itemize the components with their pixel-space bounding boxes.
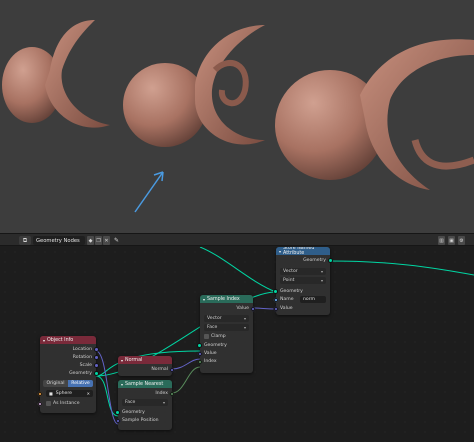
output-label-geometry: Geometry	[303, 258, 326, 263]
domain-value: Face	[125, 400, 136, 405]
input-label-value: Value	[280, 306, 293, 311]
domain-dropdown[interactable]: Point ▾	[280, 277, 326, 284]
input-label-sample-position: Sample Position	[122, 418, 159, 423]
as-instance-checkbox[interactable]	[46, 401, 51, 406]
node-title: Sample Index	[207, 296, 240, 302]
geometry-input-socket[interactable]	[197, 343, 202, 348]
output-label-value: Value	[236, 306, 249, 311]
input-label-index: Index	[204, 359, 217, 364]
output-label-location: Location	[72, 347, 92, 352]
chevron-down-icon: ▾	[243, 316, 246, 321]
annotation-arrow	[134, 171, 164, 213]
scale-output-socket[interactable]	[94, 363, 99, 368]
location-output-socket[interactable]	[94, 347, 99, 352]
horn-middle	[195, 25, 265, 145]
value-input-socket[interactable]	[273, 305, 279, 312]
geometry-output-socket[interactable]	[94, 371, 99, 376]
viewport-render	[2, 20, 474, 213]
index-input-socket[interactable]	[197, 358, 203, 365]
shield-icon[interactable]: ◆	[87, 236, 94, 245]
node-editor-canvas[interactable]: ▾ Object Info Location Rotation Scale Ge…	[0, 247, 474, 442]
mode-original-toggle[interactable]: Original	[43, 380, 68, 387]
rotation-output-socket[interactable]	[94, 355, 99, 360]
clamp-checkbox[interactable]	[204, 334, 209, 339]
store-named-attribute-node[interactable]: ▾ Store Named Attribute Geometry Vector …	[273, 247, 333, 315]
mode-relative-toggle[interactable]: Relative	[68, 380, 93, 387]
chevron-down-icon: ▾	[320, 278, 323, 283]
as-instance-label: As Instance	[53, 401, 80, 406]
backdrop-icon[interactable]: ▣	[448, 236, 455, 245]
object-info-header[interactable]: ▾ Object Info	[40, 336, 96, 344]
data-type-dropdown[interactable]: Vector ▾	[280, 268, 326, 275]
sample-index-header[interactable]: ▾ Sample Index	[200, 295, 253, 303]
domain-dropdown[interactable]: Face ▾	[204, 324, 249, 331]
node-editor-header: ⧉ Geometry Nodes ◆ ❐ ✕ ✎ ▥ ▣ ⚙	[0, 233, 474, 246]
input-label-name: Name	[280, 297, 294, 302]
name-input-socket[interactable]	[273, 296, 279, 303]
pin-icon[interactable]: ✎	[114, 236, 119, 245]
sample-index-node[interactable]: ▾ Sample Index Value Vector ▾ Face ▾ Cla…	[197, 295, 256, 373]
data-type-dropdown[interactable]: Vector ▾	[204, 315, 249, 322]
overlay-icon[interactable]: ▥	[438, 236, 445, 245]
object-input-socket[interactable]	[37, 390, 43, 397]
input-label-geometry: Geometry	[122, 410, 145, 415]
geometry-output-socket[interactable]	[328, 258, 333, 263]
object-info-node[interactable]: ▾ Object Info Location Rotation Scale Ge…	[37, 336, 99, 413]
data-type-value: Vector	[283, 269, 298, 274]
close-icon[interactable]: ✕	[103, 236, 110, 245]
output-label-geometry: Geometry	[69, 371, 92, 376]
node-tree-name-field[interactable]: Geometry Nodes	[33, 236, 85, 245]
domain-value: Face	[207, 325, 218, 330]
sample-position-input-socket[interactable]	[115, 417, 121, 424]
domain-value: Point	[283, 278, 295, 283]
3d-viewport[interactable]	[0, 0, 474, 233]
sample-nearest-node[interactable]: ▾ Sample Nearest Index Face ▾ Geometry S…	[115, 380, 175, 430]
data-type-value: Vector	[207, 316, 222, 321]
chevron-down-icon: ▾	[320, 269, 323, 274]
node-title: Object Info	[47, 337, 74, 343]
as-instance-input-socket[interactable]	[37, 400, 43, 407]
collapse-chevron-icon[interactable]: ▾	[43, 338, 45, 343]
domain-dropdown[interactable]: Face ▾	[122, 399, 168, 406]
output-label-normal: Normal	[151, 367, 168, 372]
output-label-scale: Scale	[79, 363, 92, 368]
geometry-input-socket[interactable]	[273, 289, 278, 294]
node-title: Normal	[125, 357, 143, 363]
horn-left	[45, 20, 110, 128]
snap-icon[interactable]: ⚙	[458, 236, 465, 245]
input-label-value: Value	[204, 351, 217, 356]
normal-header[interactable]: ▾ Normal	[118, 356, 172, 364]
clamp-label: Clamp	[211, 334, 226, 339]
sphere-middle	[123, 63, 207, 147]
input-label-geometry: Geometry	[204, 343, 227, 348]
store-named-attribute-header[interactable]: ▾ Store Named Attribute	[276, 247, 330, 256]
object-field[interactable]: ■ Sphere ✕	[46, 390, 93, 397]
normal-node[interactable]: ▾ Normal Normal	[118, 356, 175, 376]
object-value: Sphere	[55, 391, 72, 396]
chevron-down-icon: ▾	[162, 400, 165, 405]
collapse-chevron-icon[interactable]: ▾	[279, 249, 281, 254]
object-icon: ■	[49, 391, 53, 396]
chevron-down-icon: ▾	[243, 325, 246, 330]
name-field[interactable]: norm	[300, 296, 326, 303]
node-title: Sample Nearest	[125, 381, 164, 387]
output-label-index: Index	[155, 391, 168, 396]
node-editor-icon[interactable]: ⧉	[19, 236, 31, 245]
collapse-chevron-icon[interactable]: ▾	[121, 382, 123, 387]
collapse-chevron-icon[interactable]: ▾	[121, 358, 123, 363]
sample-nearest-header[interactable]: ▾ Sample Nearest	[118, 380, 172, 388]
value-input-socket[interactable]	[197, 350, 203, 357]
output-label-rotation: Rotation	[72, 355, 92, 360]
geometry-input-socket[interactable]	[115, 410, 120, 415]
node-title: Store Named Attribute	[283, 247, 315, 256]
collapse-chevron-icon[interactable]: ▾	[203, 297, 205, 302]
input-label-geometry: Geometry	[280, 289, 303, 294]
duplicate-icon[interactable]: ❐	[95, 236, 102, 245]
clear-icon[interactable]: ✕	[87, 391, 90, 396]
